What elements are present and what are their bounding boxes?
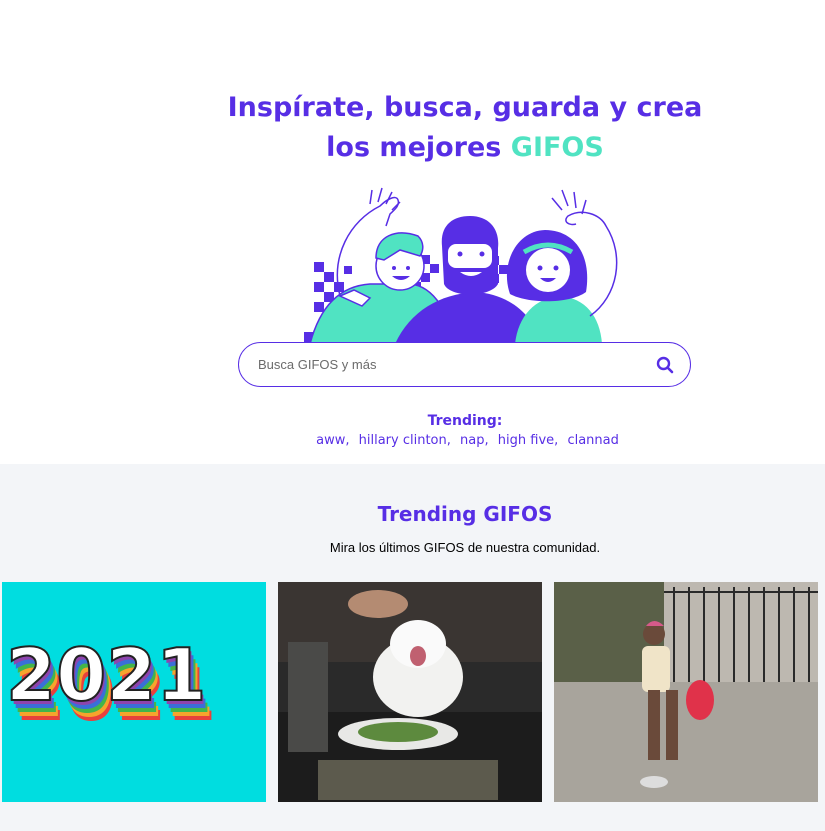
- hero-title-accent: GIFOS: [510, 132, 604, 163]
- trending-term[interactable]: aww: [316, 433, 345, 448]
- section-title: Trending GIFOS: [377, 502, 553, 526]
- search-button[interactable]: [654, 354, 676, 376]
- trending-term[interactable]: clannad: [567, 433, 618, 448]
- trending-term[interactable]: hillary clinton: [359, 433, 447, 448]
- hero-title-prefix: los mejores: [326, 132, 511, 163]
- search-bar: [238, 342, 691, 387]
- section-subtitle: Mira los últimos GIFOS de nuestra comuni…: [329, 540, 601, 555]
- trending-separator: ,: [345, 433, 350, 448]
- hero-illustration: [300, 186, 630, 345]
- hero-title: Inspírate, busca, guarda y crea los mejo…: [0, 88, 825, 168]
- trending-separator: ,: [446, 433, 451, 448]
- trending-term[interactable]: nap: [460, 433, 484, 448]
- trending-label: Trending:: [427, 413, 503, 429]
- search-input[interactable]: [258, 357, 654, 372]
- hero-title-line1: Inspírate, busca, guarda y crea: [227, 92, 703, 123]
- trending-separator: ,: [554, 433, 559, 448]
- gif-card[interactable]: [554, 582, 818, 802]
- search-icon: [656, 356, 674, 373]
- trending-gifos-section: Trending GIFOS Mira los últimos GIFOS de…: [0, 464, 825, 831]
- gif-caption: 2021: [6, 633, 206, 717]
- gif-card[interactable]: [278, 582, 542, 802]
- hero-title-line2: los mejores GIFOS: [0, 128, 825, 168]
- gif-card[interactable]: 2021 2021 2021 2021 2021 2021: [2, 582, 266, 802]
- trending-separator: ,: [484, 433, 489, 448]
- trending-term[interactable]: high five: [498, 433, 554, 448]
- trending-list: aww, hillary clinton, nap, high five, cl…: [0, 433, 825, 448]
